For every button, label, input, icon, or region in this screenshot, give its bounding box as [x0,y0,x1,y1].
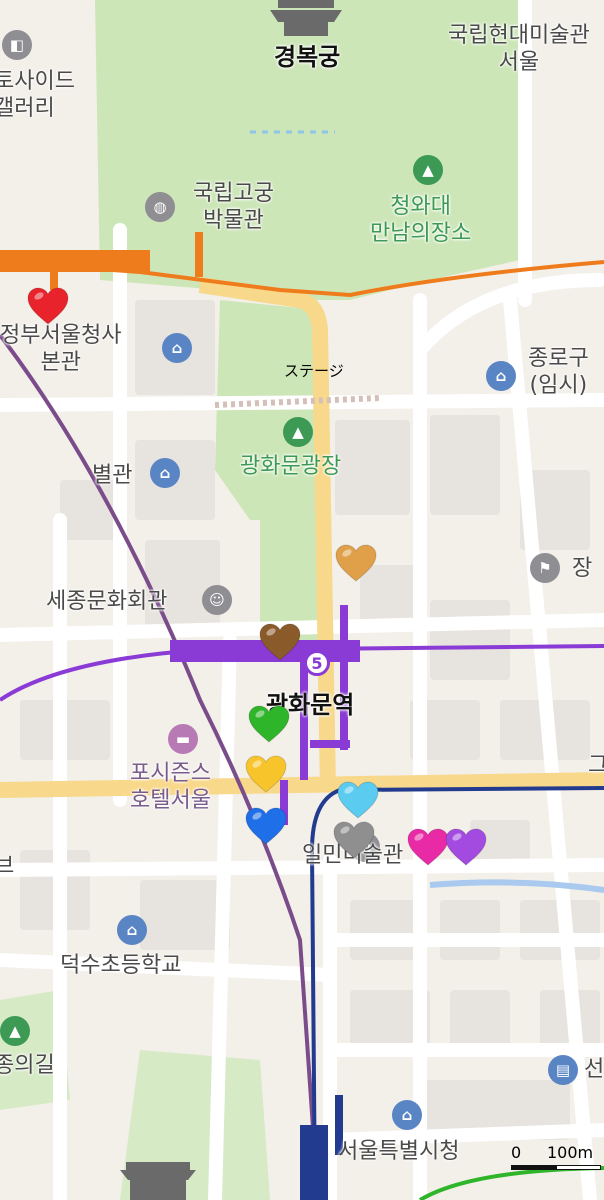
flag-icon[interactable]: ⚑ [530,553,560,583]
government-office-icon[interactable]: ⌂ [162,333,192,363]
label-jang: 장 [572,556,593,581]
label-sejong-center: 세종문화회관 [46,589,168,614]
label-stage: ステージ [284,362,344,380]
label-national-palace-museum: 국립고궁 박물관 [193,181,274,233]
hotel-icon[interactable]: ▬ [168,724,198,754]
school-icon[interactable]: ⌂ [117,915,147,945]
green-heart[interactable] [247,704,291,744]
scale-distance: 100m [547,1143,594,1162]
brown-heart[interactable] [258,622,302,662]
label-gyeongbokgung: 경복궁 [274,43,341,71]
orange-heart[interactable] [334,543,378,583]
scale-bar: 0 100m [505,1143,604,1173]
museum-icon[interactable]: ◍ [145,192,175,222]
label-four-seasons: 포시즌스 호텔서울 [130,761,211,813]
scale-bar-graphic [511,1165,601,1170]
label-cheongwadae: 청와대 만남의장소 [370,194,472,246]
label-mmca: 국립현대미술관 서울 [448,23,590,75]
label-right-edge-sun: 선 [584,1057,604,1082]
label-seoul-city-hall: 서울특별시청 [338,1139,460,1164]
gallery-icon[interactable]: ◧ [2,30,32,60]
label-right-edge-go: 그 [588,753,604,778]
annex-icon[interactable]: ⌂ [150,458,180,488]
red-heart[interactable] [26,286,70,326]
label-gwanghwamun-plaza: 광화문광장 [240,454,342,479]
park-icon-plaza[interactable]: ▲ [283,417,313,447]
scale-zero: 0 [511,1143,522,1162]
label-jongui: 종의길 [0,1053,55,1078]
district-office-icon[interactable]: ⌂ [486,361,516,391]
label-jongno-office: 종로구 (임시) [528,346,589,398]
city-hall-icon[interactable]: ⌂ [392,1100,422,1130]
label-annex: 별관 [92,463,133,488]
park-icon-cheongwadae[interactable]: ▲ [413,155,443,185]
label-left-edge: 브 [0,854,15,879]
blue-heart[interactable] [244,806,288,846]
label-side-gallery: 토사이드 갤러리 [0,69,75,121]
label-gov-complex: 정부서울청사 본관 [0,323,122,375]
yellow-heart[interactable] [244,754,288,794]
light-blue-heart[interactable] [336,780,380,820]
theater-icon[interactable]: ☺ [202,585,232,615]
station-line-5-badge[interactable]: 5 [304,650,330,676]
trail-icon[interactable]: ▲ [0,1016,30,1046]
label-deoksu-school: 덕수초등학교 [60,953,182,978]
gray-heart[interactable] [332,820,376,860]
building-icon[interactable]: ▤ [548,1055,578,1085]
purple-heart[interactable] [444,827,488,867]
